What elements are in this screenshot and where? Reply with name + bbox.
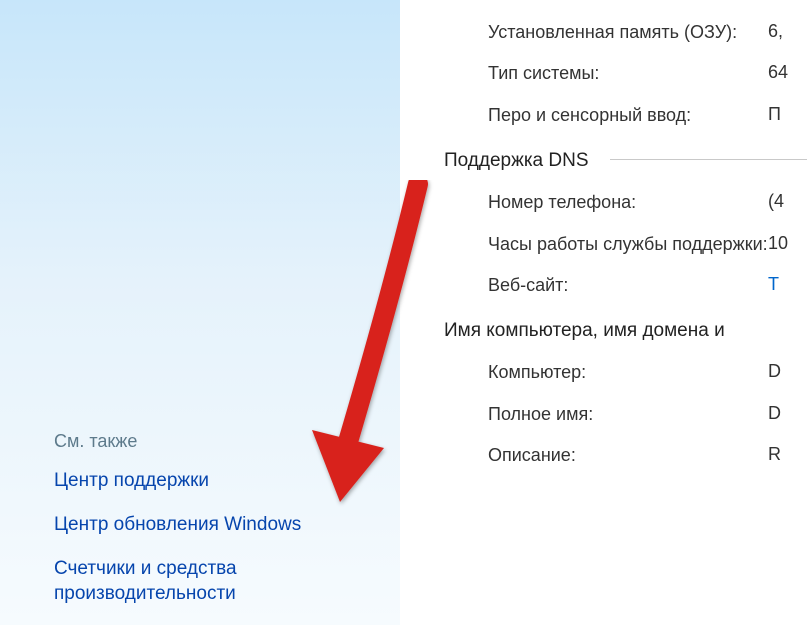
value-ram: 6, (768, 21, 783, 42)
section-dns-support: Поддержка DNS (400, 136, 807, 182)
label-system-type: Тип системы: (488, 62, 768, 85)
row-system-type: Тип системы: 64 (400, 53, 807, 94)
value-support-hours: 10 (768, 233, 788, 254)
value-phone: (4 (768, 191, 784, 212)
link-support-center[interactable]: Центр поддержки (54, 468, 380, 494)
see-also-heading: См. также (54, 431, 380, 452)
row-fullname: Полное имя: D (400, 394, 807, 435)
value-system-type: 64 (768, 62, 788, 83)
label-ram: Установленная память (ОЗУ): (488, 21, 768, 44)
row-phone: Номер телефона: (4 (400, 182, 807, 223)
link-windows-update[interactable]: Центр обновления Windows (54, 512, 380, 538)
label-phone: Номер телефона: (488, 191, 768, 214)
value-description: R (768, 444, 781, 465)
section-domain-title: Имя компьютера, имя домена и (444, 320, 725, 341)
main-panel: Установленная память (ОЗУ): 6, Тип систе… (400, 0, 807, 625)
value-fullname: D (768, 403, 781, 424)
label-computer: Компьютер: (488, 361, 768, 384)
section-dns-title: Поддержка DNS (444, 150, 589, 171)
label-pen-touch: Перо и сенсорный ввод: (488, 104, 768, 127)
label-fullname: Полное имя: (488, 403, 768, 426)
value-pen-touch: П (768, 104, 781, 125)
row-support-hours: Часы работы службы поддержки: 10 (400, 224, 807, 265)
link-performance-tools[interactable]: Счетчики и средства производительности (54, 556, 380, 607)
row-description: Описание: R (400, 435, 807, 476)
row-website: Веб-сайт: Т (400, 265, 807, 306)
label-website: Веб-сайт: (488, 274, 768, 297)
label-description: Описание: (488, 444, 768, 467)
row-computer: Компьютер: D (400, 352, 807, 393)
section-computer-domain: Имя компьютера, имя домена и (400, 306, 807, 352)
row-ram: Установленная память (ОЗУ): 6, (400, 12, 807, 53)
value-website[interactable]: Т (768, 274, 779, 295)
sidebar-panel: См. также Центр поддержки Центр обновлен… (0, 0, 400, 625)
value-computer: D (768, 361, 781, 382)
row-pen-touch: Перо и сенсорный ввод: П (400, 95, 807, 136)
label-support-hours: Часы работы службы поддержки: (488, 233, 768, 256)
